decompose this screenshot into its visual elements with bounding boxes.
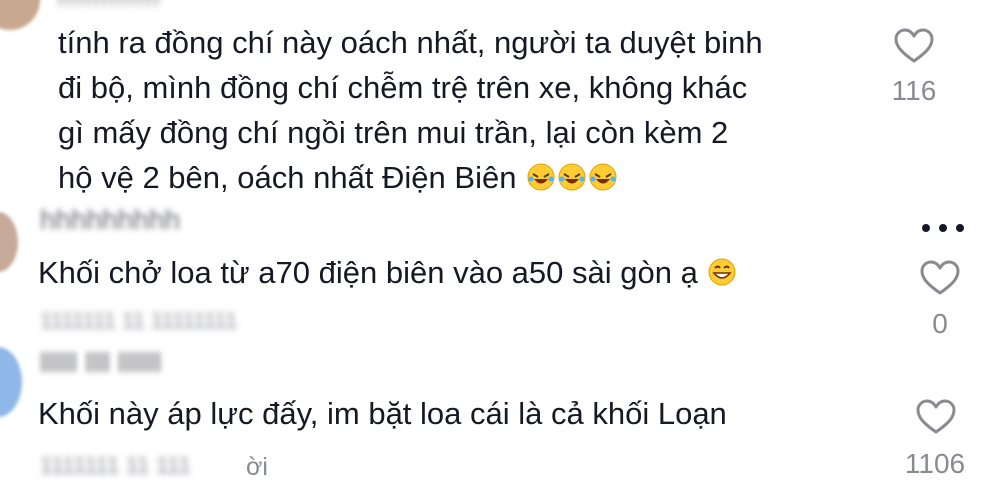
heart-outline-icon[interactable] (893, 27, 935, 65)
heart-outline-icon[interactable] (919, 259, 961, 297)
username-blurred: rrrrrrrrrrrr (58, 0, 162, 13)
rofl-emoji (589, 163, 617, 191)
grinning-emoji (708, 258, 736, 286)
comment-item: hhhhhhhhh Khối chở loa từ a70 điện biên … (0, 200, 1000, 339)
username-blurred: llllll llll lllllll (40, 347, 162, 378)
rofl-emoji (527, 163, 555, 191)
comment-thread: rrrrrrrrrrrr tính ra đồng chí này oách n… (0, 0, 1000, 500)
avatar[interactable] (0, 212, 18, 272)
comment-text: tính ra đồng chí này oách nhất, người ta… (58, 20, 763, 200)
username-blurred: hhhhhhhhh (40, 204, 181, 235)
comment-line: gì mấy đồng chí ngồi trên mui trần, lại … (58, 115, 729, 150)
comment-line: Khối chở loa từ a70 điện biên vào a50 sà… (38, 250, 737, 295)
comment-text: Khối này áp lực đấy, im bặt loa cái là c… (38, 391, 727, 436)
comment-item: llllll llll lllllll Khối này áp lực đấy,… (0, 335, 1000, 500)
comment-line-last: hộ vệ 2 bên, oách nhất Điện Biên (58, 155, 763, 200)
timestamp-blurred: 1111111 11 11111111 (40, 308, 238, 333)
timestamp-blurred: 1111111 11 111 (40, 452, 191, 478)
avatar[interactable] (0, 347, 22, 417)
comment-line: đi bộ, mình đồng chí chễm trệ trên xe, k… (58, 70, 748, 105)
heart-outline-icon[interactable] (915, 398, 957, 436)
comment-text: Khối chở loa từ a70 điện biên vào a50 sà… (38, 250, 737, 295)
comment-line-text: hộ vệ 2 bên, oách nhất Điện Biên (58, 160, 517, 195)
comment-item: rrrrrrrrrrrr tính ra đồng chí này oách n… (0, 0, 1000, 200)
comment-line: tính ra đồng chí này oách nhất, người ta… (58, 25, 763, 60)
comment-line-text: Khối chở loa từ a70 điện biên vào a50 sà… (38, 255, 698, 290)
rofl-emoji (558, 163, 586, 191)
like-count: 1106 (904, 448, 966, 479)
reply-link-fragment[interactable]: ời (246, 453, 268, 482)
comment-line: Khối này áp lực đấy, im bặt loa cái là c… (38, 396, 727, 431)
like-count: 116 (891, 75, 937, 106)
avatar[interactable] (0, 0, 40, 30)
more-dots-icon[interactable] (919, 221, 967, 235)
